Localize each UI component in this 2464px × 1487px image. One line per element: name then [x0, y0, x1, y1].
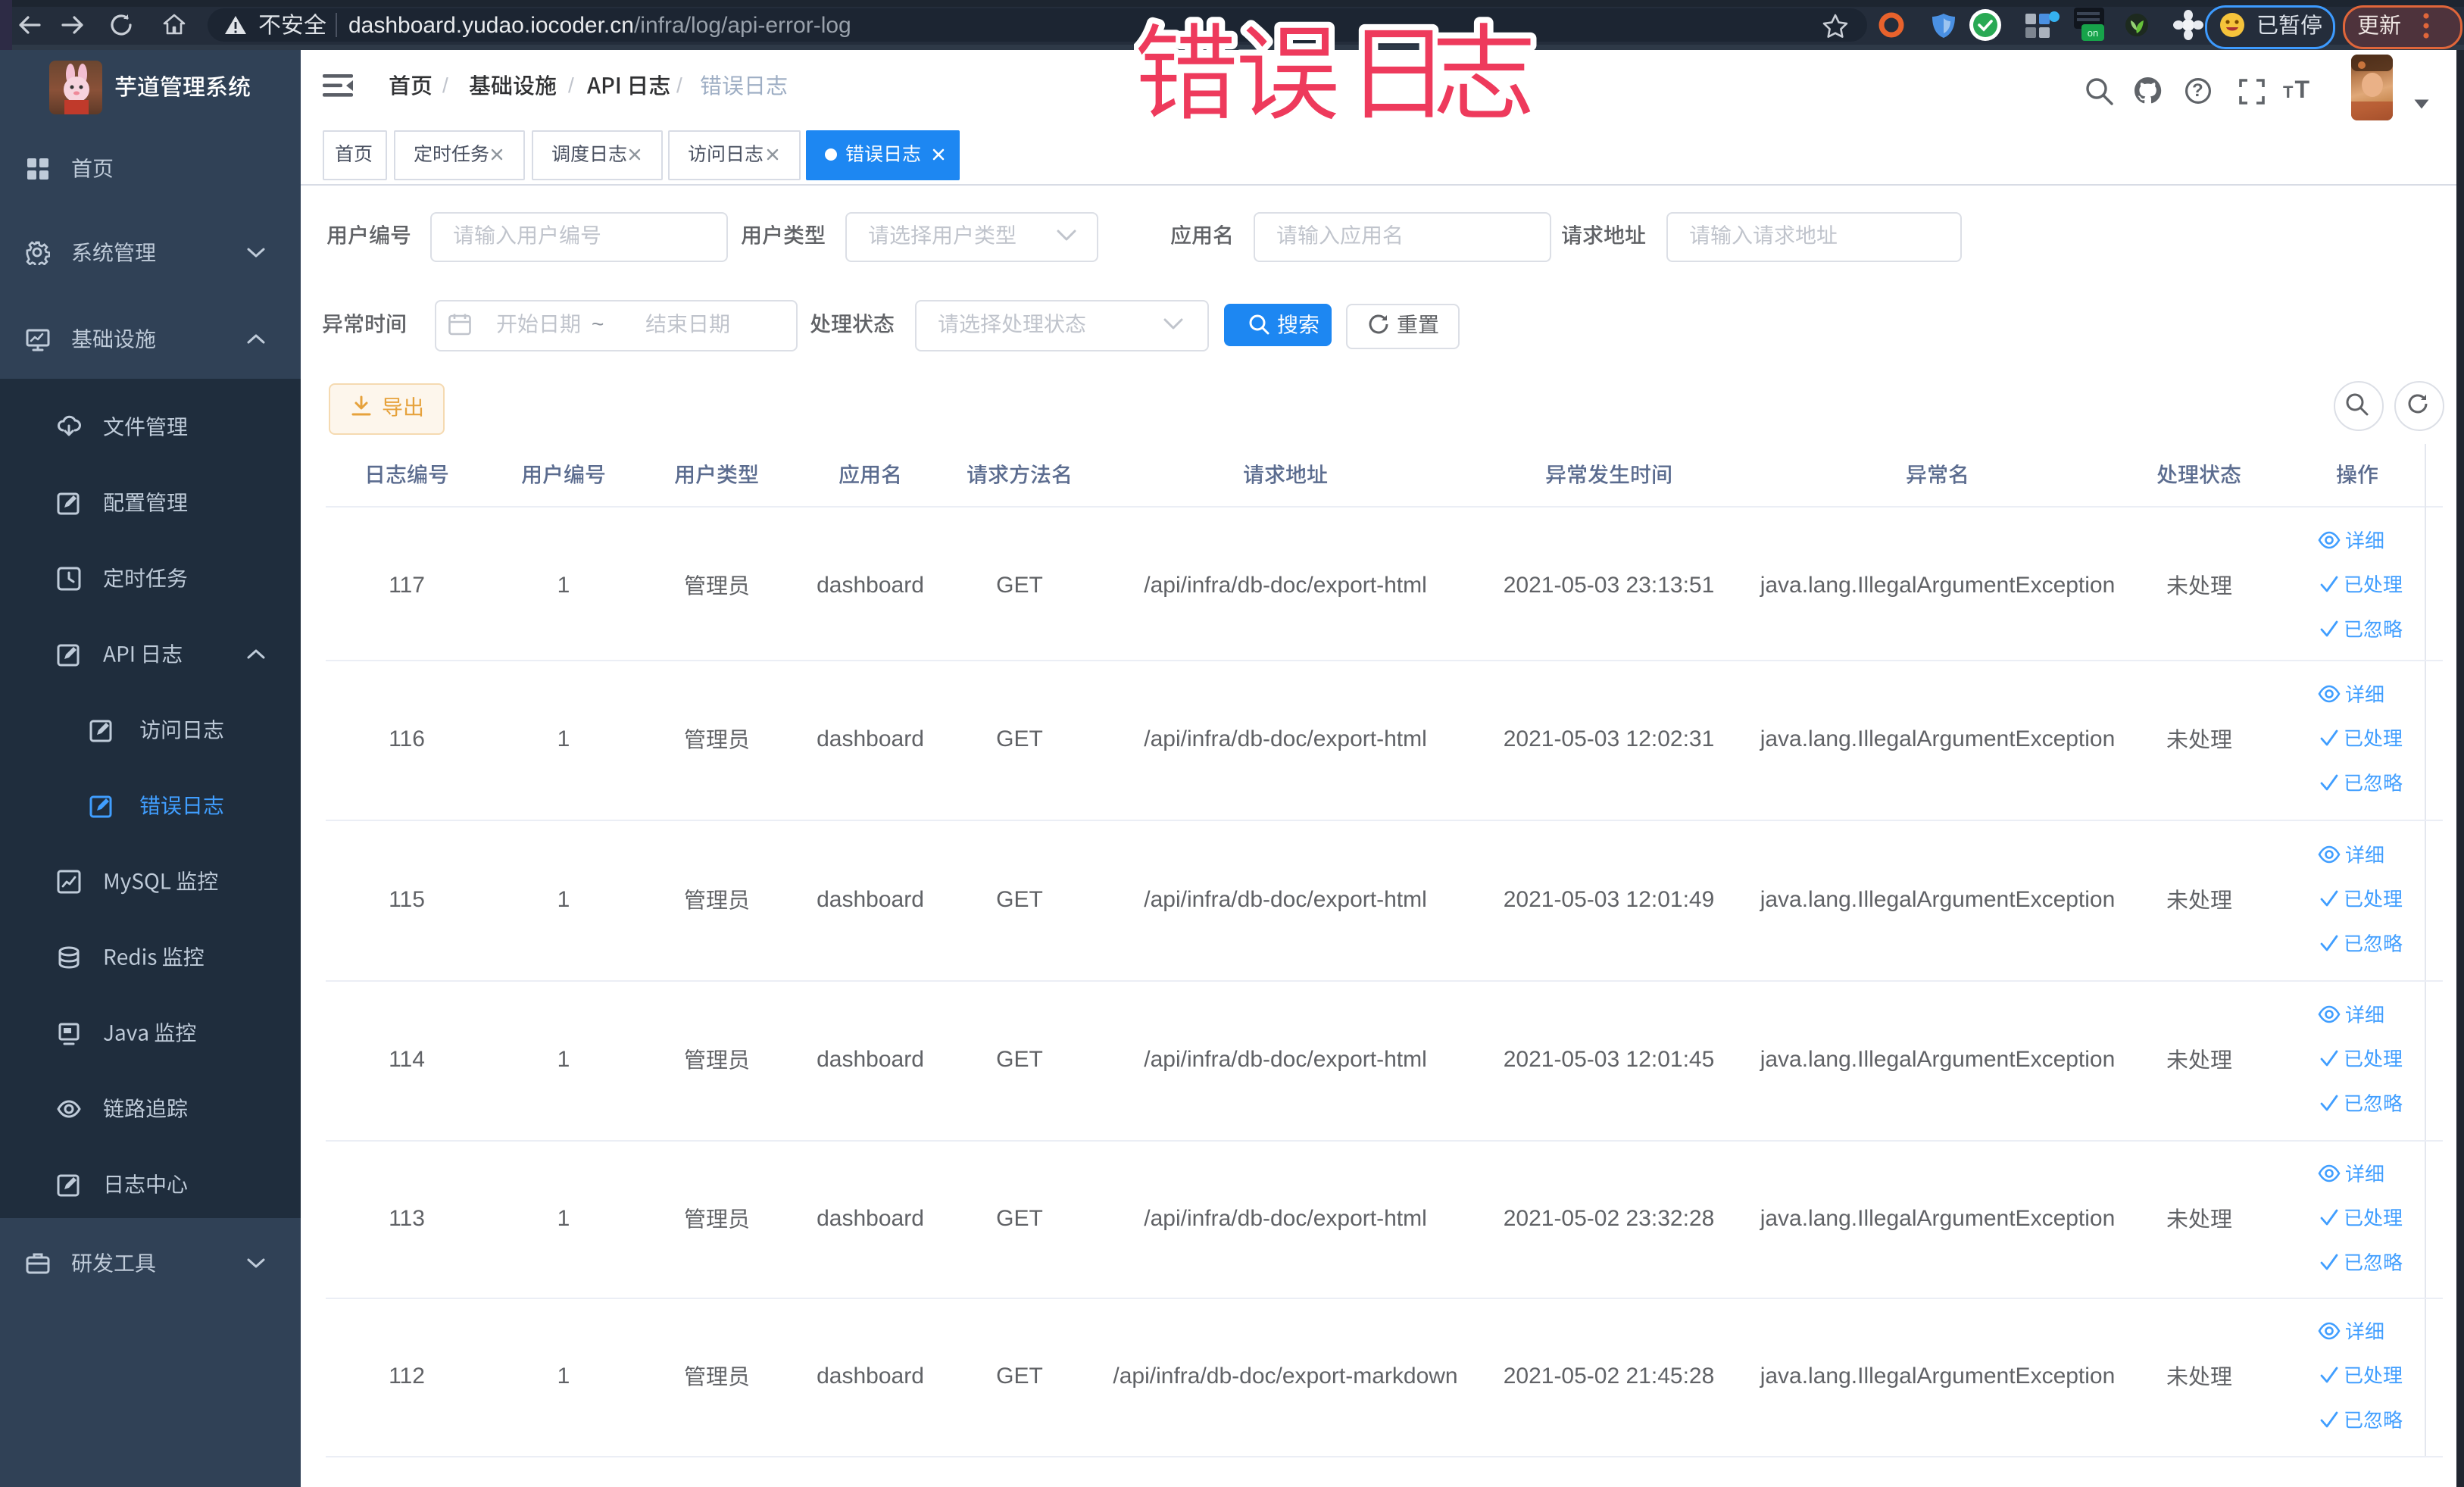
svg-text:on: on — [2088, 27, 2098, 39]
